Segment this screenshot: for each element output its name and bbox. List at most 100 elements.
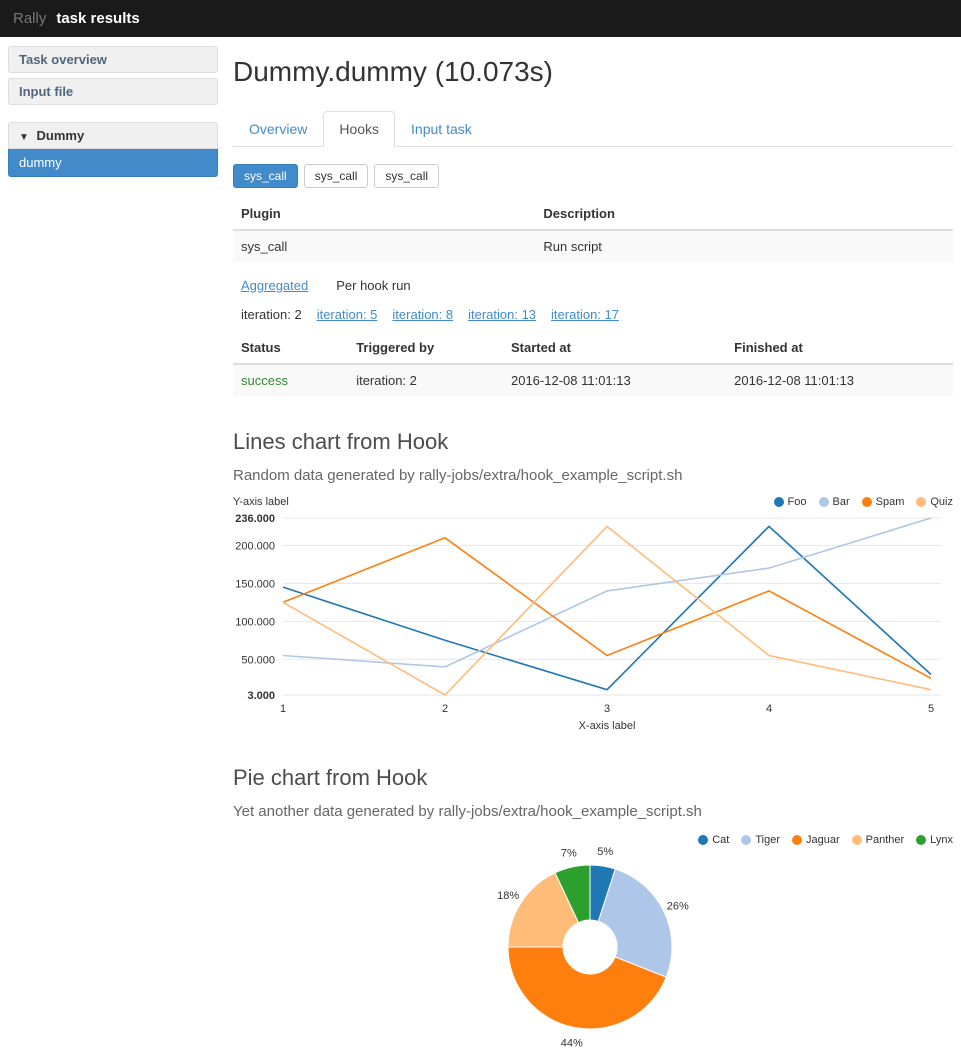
legend-label: Tiger bbox=[755, 834, 780, 846]
y-tick-label: 236.000 bbox=[235, 513, 275, 525]
started-at-cell: 2016-12-08 11:01:13 bbox=[503, 364, 726, 396]
line-chart-title: Lines chart from Hook bbox=[233, 429, 953, 455]
legend-label: Bar bbox=[833, 496, 850, 508]
runs-table-header-row: Status Triggered by Started at Finished … bbox=[233, 332, 953, 364]
navbar-title: task results bbox=[56, 10, 139, 27]
status-badge: success bbox=[233, 364, 348, 396]
plugin-table: Plugin Description sys_call Run script bbox=[233, 198, 953, 262]
pie-percent-label: 7% bbox=[561, 847, 577, 859]
finished-at-cell: 2016-12-08 11:01:13 bbox=[726, 364, 953, 396]
pie-percent-label: 26% bbox=[667, 901, 689, 913]
sidebar-item-task-overview[interactable]: Task overview bbox=[8, 46, 218, 73]
page-layout: Task overview Input file ▼ Dummy dummy D… bbox=[0, 37, 961, 1064]
sidebar-group-label: Dummy bbox=[37, 128, 85, 143]
series-color-dot bbox=[916, 835, 926, 845]
pie-percent-label: 18% bbox=[497, 890, 519, 902]
series-color-dot bbox=[698, 835, 708, 845]
navbar: Rally task results bbox=[0, 0, 961, 37]
y-tick-label: 100.000 bbox=[235, 616, 275, 628]
description-cell: Run script bbox=[535, 230, 953, 262]
plugin-table-header-description: Description bbox=[535, 198, 953, 230]
legend-label: Cat bbox=[712, 834, 729, 846]
tab-input-task[interactable]: Input task bbox=[395, 111, 488, 147]
plugin-table-header-plugin: Plugin bbox=[233, 198, 535, 230]
iteration-current: iteration: 2 bbox=[241, 307, 302, 322]
tab-hooks[interactable]: Hooks bbox=[323, 111, 395, 147]
series-line-bar[interactable] bbox=[283, 518, 931, 667]
legend-item-bar[interactable]: Bar bbox=[819, 496, 850, 508]
legend-label: Jaguar bbox=[806, 834, 840, 846]
sidebar-group-dummy[interactable]: ▼ Dummy bbox=[8, 122, 218, 149]
legend-item-panther[interactable]: Panther bbox=[852, 834, 905, 846]
runs-header-status: Status bbox=[233, 332, 348, 364]
plugin-table-header-row: Plugin Description bbox=[233, 198, 953, 230]
legend-item-quiz[interactable]: Quiz bbox=[916, 496, 953, 508]
pie-chart-subtitle: Yet another data generated by rally-jobs… bbox=[233, 803, 953, 820]
iteration-link-17[interactable]: iteration: 17 bbox=[551, 307, 619, 322]
series-color-dot bbox=[792, 835, 802, 845]
page-title: Dummy.dummy (10.073s) bbox=[233, 56, 953, 88]
series-line-quiz[interactable] bbox=[283, 526, 931, 695]
series-color-dot bbox=[862, 497, 872, 507]
legend-item-spam[interactable]: Spam bbox=[862, 496, 905, 508]
line-chart[interactable]: 3.000 50.000 100.000 150.000 200.000 236.000 1… bbox=[233, 508, 945, 732]
x-tick-label: 4 bbox=[766, 703, 772, 715]
y-tick-label: 50.000 bbox=[241, 654, 275, 666]
series-color-dot bbox=[741, 835, 751, 845]
brand-link[interactable]: Rally bbox=[13, 10, 46, 27]
plugin-cell: sys_call bbox=[233, 230, 535, 262]
legend-item-cat[interactable]: Cat bbox=[698, 834, 729, 846]
y-tick-label: 3.000 bbox=[247, 690, 275, 702]
legend-item-jaguar[interactable]: Jaguar bbox=[792, 834, 840, 846]
x-tick-label: 3 bbox=[604, 703, 610, 715]
legend-label: Lynx bbox=[930, 834, 953, 846]
x-axis-label: X-axis label bbox=[579, 720, 636, 732]
tab-overview[interactable]: Overview bbox=[233, 111, 323, 147]
legend-label: Spam bbox=[876, 496, 905, 508]
x-tick-label: 2 bbox=[442, 703, 448, 715]
iteration-link-8[interactable]: iteration: 8 bbox=[392, 307, 453, 322]
legend-item-lynx[interactable]: Lynx bbox=[916, 834, 953, 846]
view-mode-row: Aggregated Per hook run bbox=[233, 262, 953, 293]
legend-label: Foo bbox=[788, 496, 807, 508]
series-line-foo[interactable] bbox=[283, 526, 931, 689]
series-color-dot bbox=[916, 497, 926, 507]
hook-button-sys-call-2[interactable]: sys_call bbox=[304, 164, 369, 188]
pie-chart[interactable]: 5%26%44%18%7% bbox=[233, 846, 945, 1054]
triggered-by-cell: iteration: 2 bbox=[348, 364, 503, 396]
y-tick-label: 200.000 bbox=[235, 540, 275, 552]
table-row: sys_call Run script bbox=[233, 230, 953, 262]
line-chart-section: Lines chart from Hook Random data genera… bbox=[233, 429, 953, 732]
caret-down-icon: ▼ bbox=[19, 132, 29, 143]
per-hook-run-label: Per hook run bbox=[336, 278, 410, 293]
iteration-link-13[interactable]: iteration: 13 bbox=[468, 307, 536, 322]
iteration-row: iteration: 2 iteration: 5 iteration: 8 i… bbox=[233, 293, 953, 324]
runs-header-finished-at: Finished at bbox=[726, 332, 953, 364]
line-chart-legend: Foo Bar Spam Quiz bbox=[774, 496, 953, 508]
series-color-dot bbox=[852, 835, 862, 845]
hook-button-sys-call-3[interactable]: sys_call bbox=[374, 164, 439, 188]
legend-item-foo[interactable]: Foo bbox=[774, 496, 807, 508]
runs-table: Status Triggered by Started at Finished … bbox=[233, 332, 953, 396]
main-content: Dummy.dummy (10.073s) Overview Hooks Inp… bbox=[233, 46, 953, 1064]
line-chart-header: Y-axis label Foo Bar Spam bbox=[233, 496, 953, 508]
sidebar-item-dummy[interactable]: dummy bbox=[8, 149, 218, 177]
pie-chart-legend: Cat Tiger Jaguar Panther Lynx bbox=[233, 834, 953, 846]
aggregated-link[interactable]: Aggregated bbox=[241, 278, 308, 293]
iteration-link-5[interactable]: iteration: 5 bbox=[317, 307, 378, 322]
runs-header-triggered-by: Triggered by bbox=[348, 332, 503, 364]
table-row: success iteration: 2 2016-12-08 11:01:13… bbox=[233, 364, 953, 396]
sidebar: Task overview Input file ▼ Dummy dummy bbox=[8, 46, 218, 1064]
x-tick-label: 5 bbox=[928, 703, 934, 715]
hook-button-sys-call-1[interactable]: sys_call bbox=[233, 164, 298, 188]
y-axis-label: Y-axis label bbox=[233, 496, 289, 508]
runs-header-started-at: Started at bbox=[503, 332, 726, 364]
series-color-dot bbox=[819, 497, 829, 507]
pie-percent-label: 5% bbox=[597, 846, 613, 858]
sidebar-item-input-file[interactable]: Input file bbox=[8, 78, 218, 105]
x-tick-label: 1 bbox=[280, 703, 286, 715]
pie-chart-section: Pie chart from Hook Yet another data gen… bbox=[233, 765, 953, 1054]
legend-item-tiger[interactable]: Tiger bbox=[741, 834, 780, 846]
legend-label: Panther bbox=[866, 834, 905, 846]
y-tick-label: 150.000 bbox=[235, 578, 275, 590]
